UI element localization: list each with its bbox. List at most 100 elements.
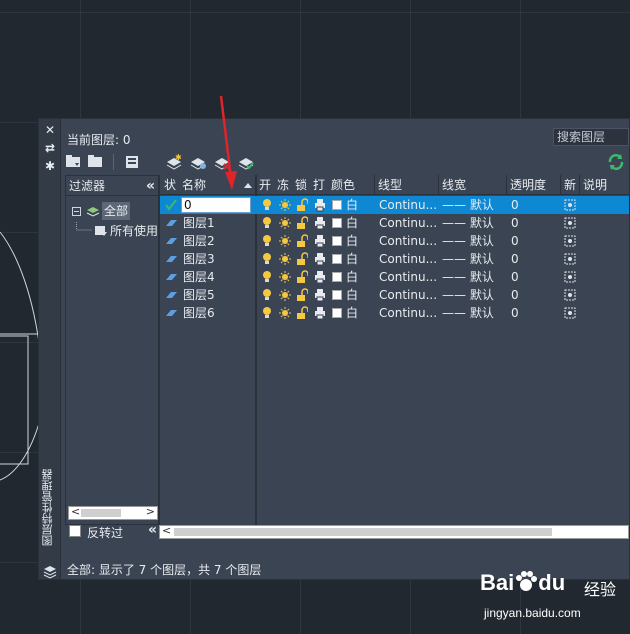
new-vp-freeze-icon[interactable] (564, 234, 576, 248)
col-on[interactable]: 开 (259, 175, 271, 195)
scroll-left-icon[interactable]: < (162, 524, 171, 537)
layer-status-icon[interactable] (165, 288, 177, 302)
col-status[interactable]: 状 (164, 175, 176, 195)
new-vp-freeze-icon[interactable] (564, 270, 576, 284)
column-divider[interactable] (374, 175, 375, 195)
col-transparency[interactable]: 透明度 (510, 175, 546, 195)
scroll-thumb[interactable] (174, 528, 552, 536)
col-plot[interactable]: 打 (313, 175, 325, 195)
layer-color[interactable]: 白 (332, 268, 358, 286)
close-icon[interactable]: ✕ (43, 123, 57, 137)
light-bulb-on-icon[interactable] (261, 234, 273, 248)
layer-status-icon[interactable] (165, 234, 177, 248)
column-divider[interactable] (438, 175, 439, 195)
new-group-filter-icon[interactable] (87, 154, 105, 170)
autohide-icon[interactable]: ⇄ (43, 141, 57, 155)
column-divider[interactable] (579, 175, 580, 195)
light-bulb-on-icon[interactable] (261, 270, 273, 284)
scroll-right-icon[interactable]: > (146, 505, 155, 518)
layer-row[interactable]: 图层4 白 Continu... —— 默认 0 (160, 268, 629, 286)
layer-row[interactable]: 图层2 白 Continu... —— 默认 0 (160, 232, 629, 250)
delete-layer-icon[interactable] (213, 154, 231, 170)
layer-name[interactable]: 图层2 (183, 232, 215, 250)
col-new-vp-freeze[interactable]: 新 (564, 175, 576, 195)
col-description[interactable]: 说明 (583, 175, 607, 195)
layer-row[interactable]: 图层6 白 Continu... —— 默认 0 (160, 304, 629, 322)
layer-color[interactable]: 白 (332, 196, 358, 214)
layer-transparency[interactable]: 0 (511, 214, 519, 232)
filter-horizontal-scrollbar[interactable]: < > (68, 505, 158, 520)
col-name[interactable]: 名称 (182, 175, 206, 195)
layer-linetype[interactable]: Continu... (379, 250, 437, 268)
layer-name[interactable]: 图层3 (183, 250, 215, 268)
new-vp-freeze-icon[interactable] (564, 198, 576, 212)
layer-color[interactable]: 白 (332, 304, 358, 322)
layer-status-icon[interactable] (165, 252, 177, 266)
layer-linetype[interactable]: Continu... (379, 196, 437, 214)
column-divider[interactable] (560, 175, 561, 195)
current-layer-check-icon[interactable] (165, 198, 177, 212)
layer-row[interactable]: 图层3 白 Continu... —— 默认 0 (160, 250, 629, 268)
layer-linetype[interactable]: Continu... (379, 286, 437, 304)
layer-name[interactable]: 图层6 (183, 304, 215, 322)
layer-transparency[interactable]: 0 (511, 250, 519, 268)
unlocked-padlock-icon[interactable] (296, 198, 308, 212)
layer-name[interactable]: 图层4 (183, 268, 215, 286)
layer-transparency[interactable]: 0 (511, 286, 519, 304)
light-bulb-on-icon[interactable] (261, 198, 273, 212)
layer-row[interactable]: 0 白 Continu... —— 默认 0 (160, 196, 629, 214)
layer-status-icon[interactable] (165, 306, 177, 320)
light-bulb-on-icon[interactable] (261, 288, 273, 302)
layer-states-manager-icon[interactable] (122, 154, 140, 170)
set-current-icon[interactable] (237, 154, 255, 170)
layer-name[interactable]: 图层5 (183, 286, 215, 304)
unlocked-padlock-icon[interactable] (296, 270, 308, 284)
scroll-left-icon[interactable]: < (71, 505, 80, 518)
unlocked-padlock-icon[interactable] (296, 252, 308, 266)
new-vp-freeze-icon[interactable] (564, 252, 576, 266)
layer-lineweight[interactable]: —— 默认 (442, 232, 494, 250)
layer-name-edit[interactable]: 0 (181, 197, 251, 213)
layer-linetype[interactable]: Continu... (379, 268, 437, 286)
layer-transparency[interactable]: 0 (511, 304, 519, 322)
sun-thawed-icon[interactable] (279, 270, 291, 284)
sun-thawed-icon[interactable] (279, 198, 291, 212)
layer-color[interactable]: 白 (332, 286, 358, 304)
layer-linetype[interactable]: Continu... (379, 304, 437, 322)
printer-icon[interactable] (314, 306, 326, 320)
sun-thawed-icon[interactable] (279, 216, 291, 230)
layer-list-horizontal-scrollbar[interactable]: < (159, 524, 629, 539)
new-property-filter-icon[interactable] (65, 154, 83, 170)
layer-status-icon[interactable] (165, 216, 177, 230)
tree-node-used-layers[interactable]: 所有使用的图层 (72, 222, 158, 242)
layer-transparency[interactable]: 0 (511, 268, 519, 286)
layer-color[interactable]: 白 (332, 214, 358, 232)
sun-thawed-icon[interactable] (279, 234, 291, 248)
collapse-filter-pane-button[interactable]: « (148, 522, 157, 538)
invert-filter-checkbox[interactable] (69, 525, 81, 537)
layer-row[interactable]: 图层1 白 Continu... —— 默认 0 (160, 214, 629, 232)
sun-thawed-icon[interactable] (279, 288, 291, 302)
layer-color[interactable]: 白 (332, 232, 358, 250)
col-lineweight[interactable]: 线宽 (442, 175, 466, 195)
new-vp-freeze-icon[interactable] (564, 306, 576, 320)
new-vp-freeze-icon[interactable] (564, 288, 576, 302)
printer-icon[interactable] (314, 216, 326, 230)
search-layers-input[interactable]: 搜索图层 (553, 128, 629, 146)
sun-thawed-icon[interactable] (279, 306, 291, 320)
layer-name[interactable]: 图层1 (183, 214, 215, 232)
layer-lineweight[interactable]: —— 默认 (442, 286, 494, 304)
sun-thawed-icon[interactable] (279, 252, 291, 266)
printer-icon[interactable] (314, 198, 326, 212)
layer-lineweight[interactable]: —— 默认 (442, 196, 494, 214)
layer-color[interactable]: 白 (332, 250, 358, 268)
layer-status-icon[interactable] (165, 270, 177, 284)
light-bulb-on-icon[interactable] (261, 252, 273, 266)
light-bulb-on-icon[interactable] (261, 216, 273, 230)
printer-icon[interactable] (314, 252, 326, 266)
collapse-filter-button[interactable]: « (146, 176, 155, 196)
layer-linetype[interactable]: Continu... (379, 232, 437, 250)
printer-icon[interactable] (314, 288, 326, 302)
layer-transparency[interactable]: 0 (511, 196, 519, 214)
new-vp-frozen-layer-icon[interactable] (189, 154, 207, 170)
